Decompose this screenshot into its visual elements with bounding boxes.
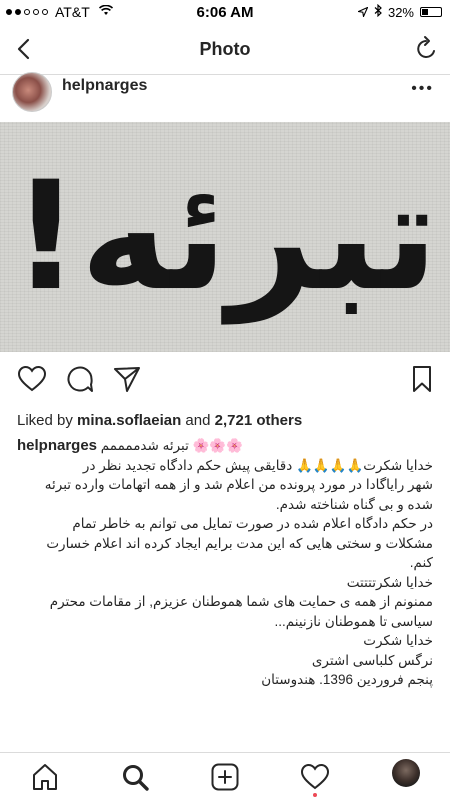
nav-bar: Photo bbox=[0, 24, 450, 75]
caption-line: خدایا شکرت🙏🙏🙏🙏 دقایقی پیش حکم دادگاه تجد… bbox=[82, 457, 433, 473]
likes-prefix: Liked by bbox=[17, 412, 73, 429]
caption-line: ممنونم از همه ی حمایت های شما هموطنان عز… bbox=[49, 594, 433, 609]
battery-percent: 32% bbox=[387, 4, 414, 20]
likes-user-link[interactable]: mina.soflaeian bbox=[77, 412, 181, 429]
caption-line: پنجم فروردین 1396. هندوستان bbox=[261, 672, 433, 687]
caption-line: مشکلات و سختی هایی که این مدت برایم ایجا… bbox=[46, 535, 433, 551]
page-title: Photo bbox=[199, 39, 251, 59]
bookmark-icon[interactable] bbox=[407, 364, 437, 394]
post-actions bbox=[0, 364, 450, 400]
battery-icon bbox=[420, 7, 442, 17]
location-icon bbox=[356, 5, 369, 20]
more-options-icon[interactable]: ••• bbox=[411, 80, 434, 98]
post-photo[interactable]: تبرئه! bbox=[0, 122, 450, 352]
caption-first-text: تبرئه شدممممم bbox=[100, 438, 189, 453]
caption-line: سیاسی تا هموطنان نازنینم... bbox=[274, 613, 433, 629]
caption-first-line: helpnarges تبرئه شدممممم 🌸🌸🌸 bbox=[17, 436, 433, 456]
battery-fill bbox=[422, 9, 428, 15]
home-icon[interactable] bbox=[30, 762, 60, 792]
search-icon[interactable] bbox=[120, 762, 150, 792]
activity-heart-icon[interactable] bbox=[300, 762, 330, 792]
likes-count-link[interactable]: 2,721 others bbox=[215, 412, 303, 429]
caption-line: خدایا شکرت bbox=[363, 633, 433, 648]
avatar[interactable] bbox=[12, 72, 52, 112]
caption-line: کنم. bbox=[409, 555, 433, 570]
status-right: 32% bbox=[356, 3, 442, 20]
post-caption: helpnarges تبرئه شدممممم 🌸🌸🌸 خدایا شکرت🙏… bbox=[17, 436, 433, 690]
caption-line: شهر رایاگادا در مورد پرونده من اعلام شد … bbox=[44, 477, 433, 492]
caption-line: در حکم دادگاه اعلام شده در صورت تمایل می… bbox=[72, 516, 433, 531]
flower-emojis: 🌸🌸🌸 bbox=[192, 438, 244, 453]
post-username[interactable]: helpnarges bbox=[62, 77, 147, 95]
caption-line: خدایا شکرتتتتت bbox=[346, 574, 433, 590]
profile-avatar[interactable] bbox=[392, 759, 420, 787]
caption-username[interactable]: helpnarges bbox=[17, 437, 97, 454]
status-bar: AT&T 6:06 AM 32% bbox=[0, 0, 450, 24]
likes-and: and bbox=[185, 412, 211, 429]
tab-bar bbox=[0, 752, 450, 801]
add-post-icon[interactable] bbox=[210, 762, 240, 792]
share-icon[interactable] bbox=[112, 364, 142, 394]
post-header: helpnarges ••• bbox=[0, 72, 450, 122]
photo-headline-text: تبرئه! bbox=[11, 150, 439, 324]
heart-icon[interactable] bbox=[17, 364, 47, 394]
caption-line: شده و بی گناه شناخته شدم. bbox=[275, 496, 433, 512]
notification-dot bbox=[313, 793, 317, 797]
comment-icon[interactable] bbox=[65, 364, 95, 394]
refresh-icon[interactable] bbox=[412, 35, 440, 63]
likes-summary: Liked by mina.soflaeian and 2,721 others bbox=[17, 412, 302, 429]
bluetooth-icon bbox=[374, 3, 382, 20]
caption-line: نرگس کلباسی اشتری bbox=[311, 652, 433, 668]
caption-body: خدایا شکرت🙏🙏🙏🙏 دقایقی پیش حکم دادگاه تجد… bbox=[17, 456, 433, 690]
